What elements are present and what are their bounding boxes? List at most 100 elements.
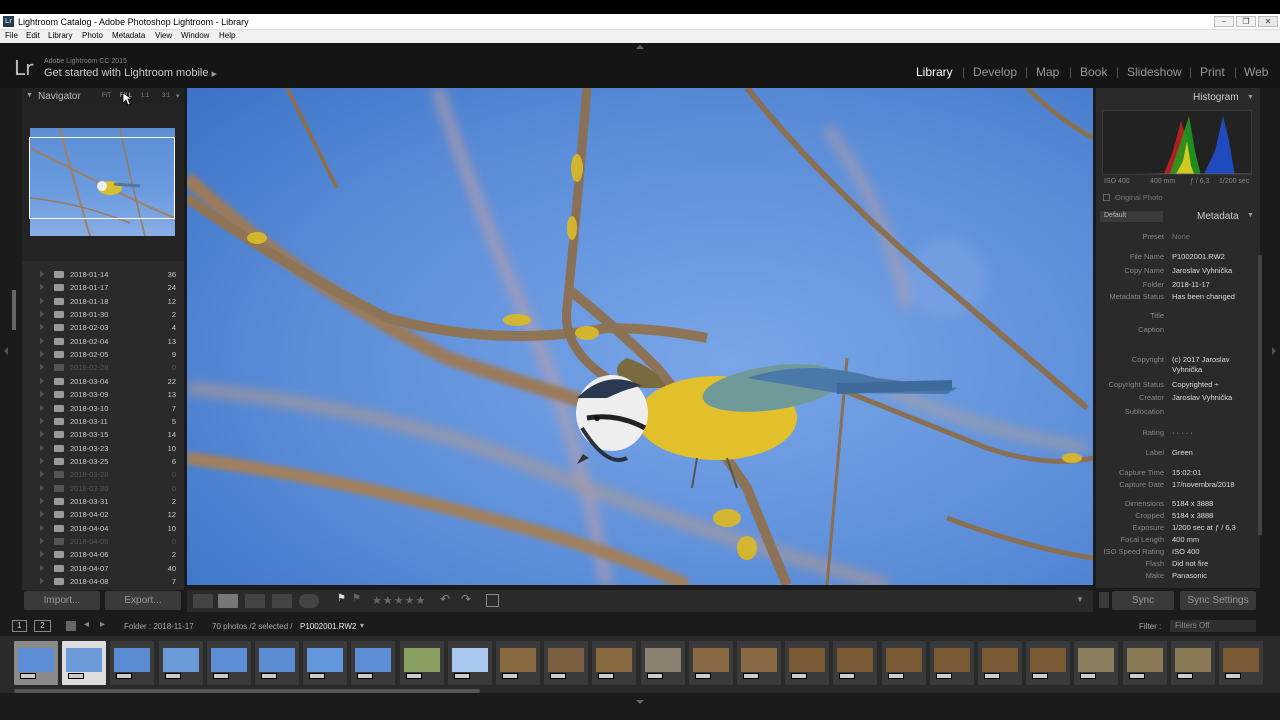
filmstrip-source-dropdown-icon[interactable]: ▾ xyxy=(360,621,364,630)
disclosure-triangle-icon[interactable] xyxy=(40,324,44,331)
filmstrip-thumbnail[interactable] xyxy=(206,641,251,685)
zoom-dropdown-icon[interactable]: ▾ xyxy=(176,92,180,100)
module-web[interactable]: Web xyxy=(1244,65,1268,79)
sync-settings-button[interactable]: Sync Settings xyxy=(1180,591,1256,610)
rotate-left-icon[interactable]: ↶ xyxy=(440,592,450,606)
navigator-header[interactable]: ▼ Navigator FIT FILL 1:1 3:1 ▾ xyxy=(22,88,184,106)
folder-row[interactable]: 2018-03-04 22 xyxy=(22,375,184,388)
filmstrip-scrollbar[interactable] xyxy=(14,689,480,693)
collapse-left-panel-icon[interactable] xyxy=(4,347,8,355)
module-library[interactable]: Library xyxy=(916,65,953,79)
metadata-value[interactable]: · · · · · xyxy=(1172,428,1193,437)
zoom-3-1[interactable]: 3:1 xyxy=(162,93,170,99)
collapse-filmstrip-icon[interactable] xyxy=(636,700,644,704)
star-rating[interactable]: ★★★★★ xyxy=(372,594,426,607)
export-button[interactable]: Export... xyxy=(105,591,181,610)
metadata-value[interactable]: 5184 x 3888 xyxy=(1172,511,1213,520)
maximize-button[interactable]: ❐ xyxy=(1236,16,1256,27)
filmstrip-source[interactable]: Folder : 2018-11-17 xyxy=(124,622,194,631)
filmstrip-thumbnail[interactable] xyxy=(592,641,637,685)
original-photo-checkbox[interactable] xyxy=(1103,194,1110,201)
disclosure-triangle-icon[interactable] xyxy=(40,391,44,398)
menu-library[interactable]: Library xyxy=(48,31,72,40)
filmstrip-thumbnail[interactable] xyxy=(737,641,781,685)
metadata-collapse-icon[interactable]: ▼ xyxy=(1247,212,1254,219)
disclosure-triangle-icon[interactable] xyxy=(40,377,44,384)
filmstrip-thumbnail[interactable] xyxy=(447,641,492,685)
menu-metadata[interactable]: Metadata xyxy=(112,31,145,40)
folder-row[interactable]: 2018-03-23 10 xyxy=(22,442,184,455)
filmstrip-thumbnail[interactable] xyxy=(881,641,926,685)
metadata-value[interactable]: (c) 2017 Jaroslav xyxy=(1172,355,1230,364)
metadata-value[interactable]: Copyrighted ÷ xyxy=(1172,380,1219,389)
back-arrow-icon[interactable]: ◂ xyxy=(84,619,89,630)
disclosure-triangle-icon[interactable] xyxy=(40,524,44,531)
filmstrip-thumbnail[interactable] xyxy=(1026,641,1071,685)
folder-row[interactable]: 2018-01-30 2 xyxy=(22,308,184,321)
left-panel-scrollbar[interactable] xyxy=(12,290,16,330)
metadata-value[interactable]: 1/200 sec at ƒ / 6,3 xyxy=(1172,523,1236,532)
histogram-collapse-icon[interactable]: ▼ xyxy=(1247,94,1254,101)
folder-row[interactable]: 2018-04-04 10 xyxy=(22,522,184,535)
disclosure-triangle-icon[interactable] xyxy=(40,497,44,504)
folder-row[interactable]: 2018-03-10 7 xyxy=(22,402,184,415)
folder-row[interactable]: 2018-02-04 13 xyxy=(22,335,184,348)
filmstrip-thumbnail[interactable] xyxy=(785,641,830,685)
folder-row[interactable]: 2018-01-18 12 xyxy=(22,295,184,308)
metadata-value[interactable]: 15:02:01 xyxy=(1172,468,1201,477)
navigator-view-box[interactable] xyxy=(29,137,175,219)
collapse-top-panel-icon[interactable] xyxy=(636,45,644,49)
disclosure-triangle-icon[interactable] xyxy=(40,431,44,438)
disclosure-triangle-icon[interactable] xyxy=(40,364,44,371)
folder-row[interactable]: 2018-01-17 24 xyxy=(22,281,184,294)
disclosure-triangle-icon[interactable] xyxy=(40,404,44,411)
sync-button[interactable]: Sync xyxy=(1112,591,1174,610)
disclosure-triangle-icon[interactable] xyxy=(40,538,44,544)
filmstrip-thumbnail[interactable] xyxy=(833,641,878,685)
filmstrip-thumbnail[interactable] xyxy=(303,641,348,685)
minimize-button[interactable]: – xyxy=(1214,16,1234,27)
module-slideshow[interactable]: Slideshow xyxy=(1127,65,1182,79)
filmstrip-thumbnail[interactable] xyxy=(62,641,107,685)
folder-row[interactable]: 2018-03-31 2 xyxy=(22,495,184,508)
disclosure-triangle-icon[interactable] xyxy=(40,417,44,424)
auto-sync-toggle[interactable] xyxy=(1099,592,1109,608)
people-view-icon[interactable] xyxy=(299,594,319,608)
metadata-value[interactable]: 5184 x 3888 xyxy=(1172,499,1213,508)
filmstrip-thumbnail[interactable] xyxy=(14,641,58,685)
rotate-right-icon[interactable]: ↷ xyxy=(461,592,471,606)
folder-row[interactable]: 2018-04-06 2 xyxy=(22,548,184,561)
disclosure-triangle-icon[interactable] xyxy=(40,564,44,571)
module-map[interactable]: Map xyxy=(1036,65,1059,79)
disclosure-triangle-icon[interactable] xyxy=(40,284,44,291)
folder-row[interactable]: 2018-03-15 14 xyxy=(22,428,184,441)
filmstrip-thumbnail[interactable] xyxy=(1074,641,1119,685)
folder-row[interactable]: 2018-04-05 0 xyxy=(22,535,184,548)
collapse-right-panel-icon[interactable] xyxy=(1272,347,1276,355)
metadata-value[interactable]: Jaroslav Vyhnička xyxy=(1172,266,1232,275)
disclosure-triangle-icon[interactable] xyxy=(40,578,44,585)
mobile-promo-link[interactable]: Get started with Lightroom mobile ▶ xyxy=(44,67,217,79)
grid-icon[interactable] xyxy=(66,621,76,631)
filmstrip-thumbnail[interactable] xyxy=(978,641,1022,685)
disclosure-triangle-icon[interactable] xyxy=(40,457,44,464)
folder-row[interactable]: 2018-04-08 7 xyxy=(22,575,184,588)
loupe-view-icon[interactable] xyxy=(218,594,238,608)
disclosure-triangle-icon[interactable] xyxy=(40,337,44,344)
metadata-value[interactable]: Did not fire xyxy=(1172,559,1208,568)
filmstrip-thumbnail[interactable] xyxy=(640,641,685,685)
crop-overlay-icon[interactable] xyxy=(486,594,499,607)
forward-arrow-icon[interactable]: ▸ xyxy=(100,619,105,630)
zoom-1-1[interactable]: 1:1 xyxy=(141,93,149,99)
folder-row[interactable]: 2018-02-05 9 xyxy=(22,348,184,361)
menu-window[interactable]: Window xyxy=(181,31,209,40)
main-screen-button[interactable]: 1 xyxy=(12,620,27,632)
filmstrip-thumbnail[interactable] xyxy=(929,641,974,685)
module-develop[interactable]: Develop xyxy=(973,65,1017,79)
filmstrip-thumbnail[interactable] xyxy=(255,641,299,685)
filmstrip-thumbnail[interactable] xyxy=(399,641,444,685)
folder-row[interactable]: 2018-02-28 0 xyxy=(22,361,184,374)
menu-edit[interactable]: Edit xyxy=(26,31,40,40)
disclosure-triangle-icon[interactable] xyxy=(40,271,44,277)
grid-view-icon[interactable] xyxy=(193,594,213,608)
